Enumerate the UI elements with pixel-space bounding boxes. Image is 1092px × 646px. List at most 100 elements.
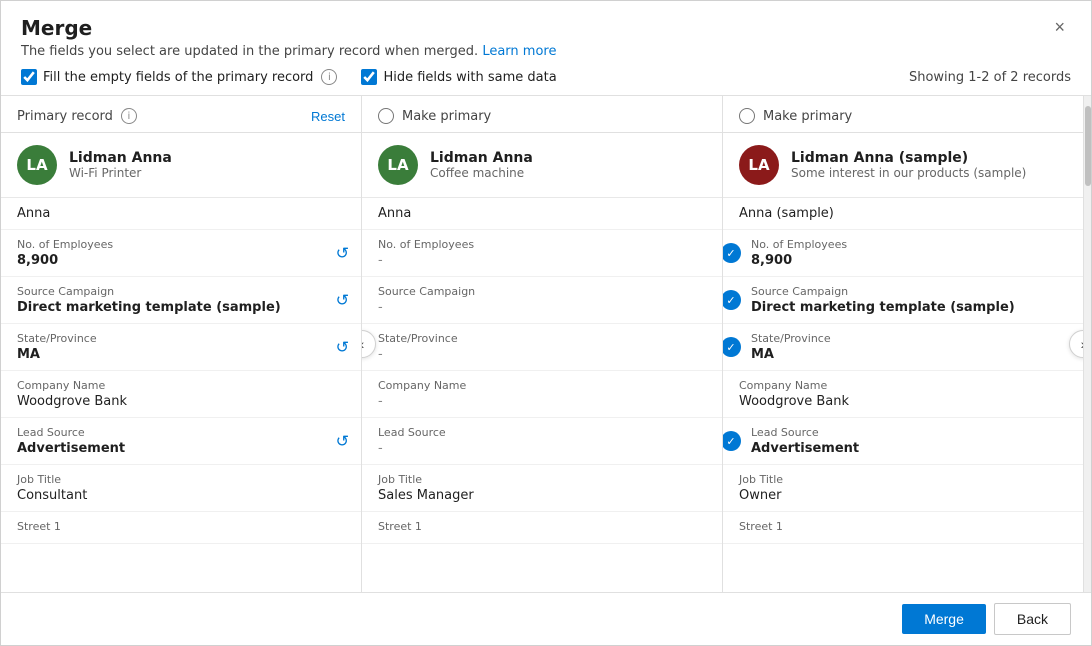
- col1-company-label: Company Name: [17, 379, 345, 392]
- col1-firstname-field: Anna: [1, 198, 361, 230]
- col1-record-card: LA Lidman Anna Wi-Fi Printer: [1, 133, 361, 198]
- col3-jobtitle-value: Owner: [739, 488, 1067, 503]
- col3-state-label: State/Province: [751, 332, 1067, 345]
- col2-avatar: LA: [378, 145, 418, 185]
- col3-state-value: MA: [751, 347, 1067, 362]
- col2-make-primary-radio[interactable]: [378, 108, 394, 124]
- col2-street-label: Street 1: [378, 520, 706, 533]
- fill-empty-checkbox-label[interactable]: Fill the empty fields of the primary rec…: [21, 69, 337, 85]
- close-button[interactable]: ×: [1048, 15, 1071, 40]
- col1-leadsource-label: Lead Source: [17, 426, 345, 439]
- col3-campaign-check-icon: ✓: [723, 290, 741, 310]
- col3-make-primary-radio[interactable]: [739, 108, 755, 124]
- col3-company-value: Woodgrove Bank: [739, 394, 1067, 409]
- col3-jobtitle-field: Job Title Owner: [723, 465, 1083, 512]
- fill-empty-info-icon[interactable]: i: [321, 69, 337, 85]
- col2-leadsource-label: Lead Source: [378, 426, 706, 439]
- col3-leadsource-check-icon: ✓: [723, 431, 741, 451]
- col1-employees-refresh-icon[interactable]: ↺: [336, 244, 349, 263]
- col1-jobtitle-label: Job Title: [17, 473, 345, 486]
- hide-same-checkbox-label[interactable]: Hide fields with same data: [361, 69, 556, 85]
- col2-jobtitle-field: Job Title Sales Manager: [362, 465, 722, 512]
- col1-street-label: Street 1: [17, 520, 345, 533]
- col3-company-label: Company Name: [739, 379, 1067, 392]
- col1-state-label: State/Province: [17, 332, 345, 345]
- dialog-footer: Merge Back: [1, 592, 1091, 645]
- col1-leadsource-field: Lead Source Advertisement ↺: [1, 418, 361, 465]
- col2-firstname-field: Anna: [362, 198, 722, 230]
- col2-leadsource-value: -: [378, 441, 706, 456]
- col2-header: Make primary: [362, 96, 722, 133]
- fill-empty-checkbox[interactable]: [21, 69, 37, 85]
- col3-record-sub: Some interest in our products (sample): [791, 166, 1026, 180]
- back-button[interactable]: Back: [994, 603, 1071, 635]
- col2-make-primary-label[interactable]: Make primary: [378, 108, 491, 124]
- learn-more-link[interactable]: Learn more: [482, 44, 556, 59]
- col1-record-name: Lidman Anna: [69, 150, 172, 166]
- col2-company-label: Company Name: [378, 379, 706, 392]
- col2-state-label: State/Province: [378, 332, 706, 345]
- col3-record-name: Lidman Anna (sample): [791, 150, 1026, 166]
- hide-same-checkbox[interactable]: [361, 69, 377, 85]
- col1-jobtitle-value: Consultant: [17, 488, 345, 503]
- subtitle-text: The fields you select are updated in the…: [21, 44, 478, 59]
- col3-leadsource-value: Advertisement: [751, 441, 1067, 456]
- merge-button[interactable]: Merge: [902, 604, 986, 634]
- dialog-header: Merge ×: [1, 1, 1091, 40]
- vertical-scrollbar[interactable]: [1083, 96, 1091, 592]
- col3-avatar: LA: [739, 145, 779, 185]
- showing-text: Showing 1-2 of 2 records: [909, 70, 1071, 85]
- fill-empty-label: Fill the empty fields of the primary rec…: [43, 70, 313, 85]
- col1-avatar: LA: [17, 145, 57, 185]
- col2-campaign-field: Source Campaign -: [362, 277, 722, 324]
- col1-campaign-refresh-icon[interactable]: ↺: [336, 291, 349, 310]
- col1-leadsource-refresh-icon[interactable]: ↺: [336, 432, 349, 451]
- primary-record-label: Primary record: [17, 109, 113, 124]
- scrollbar-thumb[interactable]: [1085, 106, 1091, 186]
- primary-col-header: Primary record i Reset: [1, 96, 361, 133]
- col3-record-info: Lidman Anna (sample) Some interest in ou…: [791, 150, 1026, 180]
- col3-record-card: LA Lidman Anna (sample) Some interest in…: [723, 133, 1083, 198]
- col3-campaign-label: Source Campaign: [751, 285, 1067, 298]
- columns-area: Primary record i Reset LA Lidman Anna Wi…: [1, 95, 1091, 592]
- col1-street-field: Street 1: [1, 512, 361, 544]
- dialog-subtitle: The fields you select are updated in the…: [1, 40, 1091, 59]
- col2-state-field: State/Province -: [362, 324, 722, 371]
- primary-info-icon[interactable]: i: [121, 108, 137, 124]
- hide-same-label: Hide fields with same data: [383, 70, 556, 85]
- col1-company-field: Company Name Woodgrove Bank: [1, 371, 361, 418]
- col1-employees-label: No. of Employees: [17, 238, 345, 251]
- col2-state-value: -: [378, 347, 706, 362]
- col2-street-field: Street 1: [362, 512, 722, 544]
- col1-record-sub: Wi-Fi Printer: [69, 166, 172, 180]
- col3-company-field: Company Name Woodgrove Bank: [723, 371, 1083, 418]
- col2-record-sub: Coffee machine: [430, 166, 533, 180]
- col2-company-field: Company Name -: [362, 371, 722, 418]
- col2-firstname-value: Anna: [378, 206, 706, 221]
- primary-column: Primary record i Reset LA Lidman Anna Wi…: [1, 96, 362, 592]
- col2-campaign-value: -: [378, 300, 706, 315]
- col1-campaign-value: Direct marketing template (sample): [17, 300, 345, 315]
- col1-jobtitle-field: Job Title Consultant: [1, 465, 361, 512]
- col3-leadsource-label: Lead Source: [751, 426, 1067, 439]
- col3: Make primary › LA Lidman Anna (sample) S…: [723, 96, 1083, 592]
- col2-company-value: -: [378, 394, 706, 409]
- col3-campaign-field: ✓ Source Campaign Direct marketing templ…: [723, 277, 1083, 324]
- col3-employees-check-icon: ✓: [723, 243, 741, 263]
- col2-leadsource-field: Lead Source -: [362, 418, 722, 465]
- col3-firstname-field: Anna (sample): [723, 198, 1083, 230]
- col2-employees-value: -: [378, 253, 706, 268]
- col3-employees-value: 8,900: [751, 253, 1067, 268]
- col2-record-name: Lidman Anna: [430, 150, 533, 166]
- col3-leadsource-field: ✓ Lead Source Advertisement: [723, 418, 1083, 465]
- col1-company-value: Woodgrove Bank: [17, 394, 345, 409]
- col3-make-primary-text: Make primary: [763, 109, 852, 124]
- col2-employees-field: No. of Employees -: [362, 230, 722, 277]
- reset-button[interactable]: Reset: [311, 109, 345, 124]
- col1-employees-value: 8,900: [17, 253, 345, 268]
- col1-state-refresh-icon[interactable]: ↺: [336, 338, 349, 357]
- col3-firstname-value: Anna (sample): [739, 206, 1067, 221]
- col3-make-primary-label[interactable]: Make primary: [739, 108, 852, 124]
- col3-state-check-icon: ✓: [723, 337, 741, 357]
- dialog-title: Merge: [21, 16, 92, 40]
